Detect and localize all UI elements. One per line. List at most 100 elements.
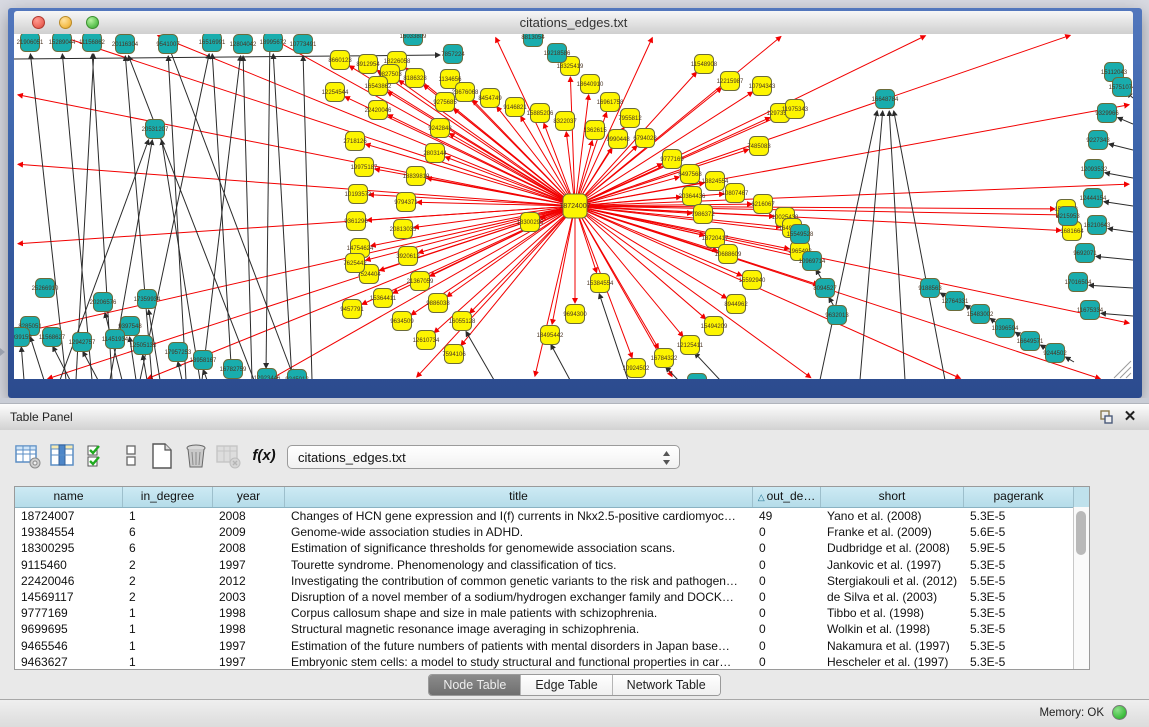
graph-node[interactable]: 18495442 (537, 326, 564, 345)
graph-node[interactable]: 15364411 (370, 289, 397, 308)
graph-node[interactable]: 9794371 (394, 193, 418, 212)
table-row[interactable]: 1938455462009Genome-wide association stu… (15, 524, 1089, 540)
graph-node[interactable]: 7857224 (441, 45, 465, 64)
delete-column-icon[interactable] (182, 442, 210, 470)
graph-node[interactable]: 10924502 (623, 359, 650, 378)
graph-node[interactable]: 8186328 (403, 69, 427, 88)
graph-node[interactable]: 2718126 (343, 132, 367, 151)
graph-node[interactable]: 9777169 (660, 150, 684, 169)
graph-node[interactable]: 15289044 (49, 34, 76, 52)
graph-node[interactable]: 6497568 (678, 165, 702, 184)
graph-node[interactable]: 21906051 (17, 34, 44, 52)
graph-node[interactable]: 8660123 (328, 51, 352, 70)
graph-node[interactable]: 7986372 (691, 205, 715, 224)
graph-node[interactable]: 15384554 (587, 274, 614, 293)
table-source-select[interactable]: citations_edges.txt (287, 445, 680, 469)
graph-node[interactable]: 12215987 (717, 72, 744, 91)
new-column-icon[interactable] (148, 442, 176, 470)
graph-node[interactable]: 8813054 (521, 34, 545, 47)
graph-node[interactable]: 9188563 (918, 279, 942, 298)
table-row[interactable]: 969969511998Structural magnetic resonanc… (15, 621, 1089, 637)
graph-node[interactable]: 15483002 (967, 305, 994, 324)
show-columns-icon[interactable] (48, 442, 76, 470)
graph-node[interactable]: 6216067 (751, 195, 775, 214)
table-mode-icon[interactable] (14, 442, 42, 470)
graph-node[interactable]: 20206576 (90, 293, 117, 312)
graph-node[interactable]: 12444154 (1080, 189, 1107, 208)
graph-node[interactable]: 9886038 (426, 294, 450, 313)
graph-node[interactable]: 9361296 (344, 212, 368, 231)
graph-node[interactable]: 16516991 (199, 34, 226, 52)
graph-node[interactable]: 16784322 (651, 349, 678, 368)
function-builder-icon[interactable]: f(x) (250, 442, 278, 470)
panel-collapse-handle-icon[interactable] (0, 348, 5, 356)
graph-node[interactable]: 12125411 (677, 336, 704, 355)
column-header-short[interactable]: short (821, 487, 964, 507)
graph-node[interactable]: 16055128 (449, 312, 476, 331)
graph-node[interactable]: 20364436 (679, 187, 706, 206)
graph-node[interactable]: 18995672 (260, 34, 287, 52)
graph-node[interactable]: 15494209 (701, 317, 728, 336)
graph-node[interactable]: 9329966 (1095, 104, 1119, 123)
float-panel-icon[interactable] (1097, 408, 1115, 426)
graph-node[interactable]: 12610734 (413, 331, 440, 350)
graph-node[interactable]: 21367059 (407, 272, 434, 291)
graph-node[interactable]: 15549528 (787, 225, 814, 244)
graph-node[interactable]: 9634509 (390, 312, 414, 331)
graph-node[interactable]: 8454749 (478, 89, 502, 108)
table-row[interactable]: 946362711997Embryonic stem cells: a mode… (15, 654, 1089, 670)
graph-node[interactable]: 7594106 (442, 345, 466, 364)
graph-node[interactable]: 9694300 (563, 305, 587, 324)
graph-node[interactable]: 10193573 (345, 185, 372, 204)
graph-node[interactable]: 9245012 (285, 370, 309, 380)
graph-node[interactable]: 23676068 (452, 83, 479, 102)
graph-node[interactable]: 19975187 (351, 158, 378, 177)
graph-node[interactable]: 12942757 (69, 333, 96, 352)
graph-node[interactable]: 15592940 (739, 271, 766, 290)
graph-node[interactable]: 12764331 (942, 292, 969, 311)
table-row[interactable]: 1456911722003Disruption of a novel membe… (15, 589, 1089, 605)
graph-node[interactable]: 19323448 (684, 374, 711, 380)
graph-node[interactable]: 2803144 (423, 144, 447, 163)
graph-node[interactable]: 7955812 (618, 109, 642, 128)
graph-node[interactable]: 16649571 (1017, 332, 1044, 351)
graph-node[interactable]: 16033809 (400, 34, 427, 46)
column-header-pagerank[interactable]: pagerank (964, 487, 1074, 507)
graph-node[interactable]: 10688609 (715, 245, 742, 264)
column-header-name[interactable]: name (15, 487, 123, 507)
graph-node[interactable]: 16648784 (872, 90, 899, 109)
column-header-in_degree[interactable]: in_degree (123, 487, 213, 507)
graph-node[interactable]: 9227343 (1086, 131, 1110, 150)
graph-node[interactable]: 11548908 (691, 55, 718, 74)
graph-node[interactable]: 18839819 (403, 167, 430, 186)
graph-node[interactable]: 1362615 (583, 121, 607, 140)
table-row[interactable]: 977716911998Corpus callosum shape and si… (15, 605, 1089, 621)
graph-node[interactable]: 11156862 (79, 34, 105, 52)
graph-node[interactable]: 8912954 (356, 55, 380, 74)
graph-node[interactable]: 10969714 (799, 252, 826, 271)
graph-node[interactable]: 9244502 (1043, 344, 1067, 363)
graph-node[interactable]: 3920612 (396, 247, 420, 266)
column-header-title[interactable]: title (285, 487, 753, 507)
graph-node[interactable]: 8944962 (724, 295, 748, 314)
tab-edge-table[interactable]: Edge Table (521, 675, 612, 695)
graph-node[interactable]: 16782759 (220, 360, 247, 379)
column-list-icon[interactable] (118, 442, 146, 470)
table-row[interactable]: 1830029562008Estimation of significance … (15, 540, 1089, 556)
graph-node[interactable]: 17359934 (134, 290, 161, 309)
graph-node[interactable]: 13824554 (702, 172, 729, 191)
column-header-year[interactable]: year (213, 487, 285, 507)
graph-node[interactable]: 9457791 (340, 300, 364, 319)
graph-node[interactable]: 17016504 (1065, 273, 1092, 292)
graph-node[interactable]: 9990448 (606, 130, 630, 149)
graph-node[interactable]: 9541007 (156, 35, 180, 54)
graph-node[interactable]: 10794343 (749, 77, 776, 96)
graph-node[interactable]: 15885206 (527, 104, 554, 123)
graph-node[interactable]: 20116304 (112, 35, 139, 54)
graph-node[interactable]: 7625442 (343, 254, 367, 273)
select-checks-icon[interactable] (84, 442, 112, 470)
hub-node[interactable]: 18724007 (559, 194, 590, 218)
tab-network-table[interactable]: Network Table (613, 675, 720, 695)
table-row[interactable]: 1872400712008Changes of HCN gene express… (15, 508, 1089, 524)
graph-node[interactable]: 12093532 (1081, 160, 1108, 179)
